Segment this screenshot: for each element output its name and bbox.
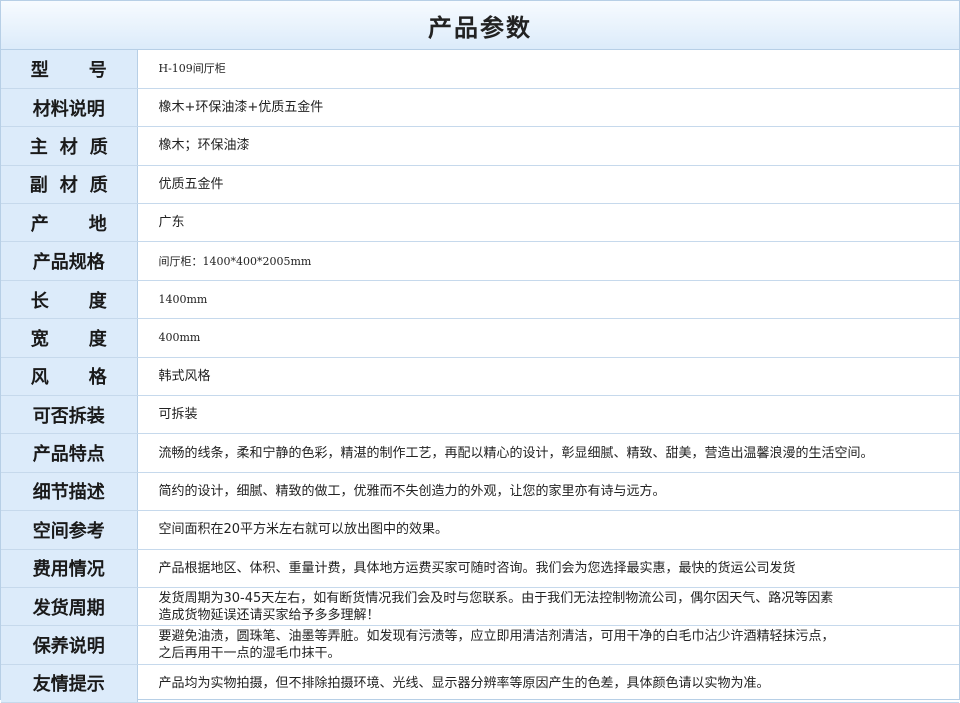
table-row: 产地 广东 [1, 203, 959, 243]
row-value-costs: 产品根据地区、体积、重量计费，具体地方运费买家可随时咨询。我们会为您选择最实惠，… [137, 549, 959, 588]
page-title: 产品参数 [428, 13, 532, 42]
table-row: 产品规格 间厅柜：1400*400*2005mm [1, 241, 959, 281]
product-parameters-sheet: 产品参数 型号 H-109间厅柜 材料说明 橡木+环保油漆+优质五金件 主材质 … [0, 0, 960, 703]
delivery-period-line-1: 发货周期为30-45天左右，如有断货情况我们会及时与您联系。由于我们无法控制物流… [158, 590, 834, 606]
row-label-secondary-material: 副材质 [1, 165, 138, 205]
row-value-material-description: 橡木+环保油漆+优质五金件 [137, 88, 959, 128]
row-label-maintenance: 保养说明 [1, 625, 138, 665]
table-row: 副材质 优质五金件 [1, 165, 959, 205]
row-label-costs: 费用情况 [1, 549, 138, 588]
table-row: 产品特点 流畅的线条，柔和宁静的色彩，精湛的制作工艺，再配以精心的设计，彰显细腻… [1, 433, 959, 473]
row-label-style: 风格 [1, 357, 138, 397]
row-value-secondary-material: 优质五金件 [137, 165, 959, 205]
table-row: 友情提示 产品均为实物拍摄，但不排除拍摄环境、光线、显示器分辨率等原因产生的色差… [1, 664, 959, 703]
row-label-material-description: 材料说明 [1, 88, 138, 128]
row-value-width: 400mm [137, 318, 959, 358]
row-label-length: 长度 [1, 280, 138, 320]
row-label-main-material: 主材质 [1, 126, 138, 166]
row-label-origin: 产地 [1, 203, 138, 243]
row-label-width: 宽度 [1, 318, 138, 358]
row-value-style: 韩式风格 [137, 357, 959, 397]
row-label-space-reference: 空间参考 [1, 510, 138, 550]
row-label-features: 产品特点 [1, 433, 138, 473]
row-label-model: 型号 [1, 50, 138, 89]
row-value-main-material: 橡木；环保油漆 [137, 126, 959, 166]
row-value-detachable: 可拆装 [137, 395, 959, 435]
maintenance-line-1: 要避免油渍，圆珠笔、油墨等弄脏。如发现有污渍等，应立即用清洁剂清洁，可用干净的白… [158, 629, 835, 645]
table-row: 型号 H-109间厅柜 [1, 50, 959, 89]
row-label-specification: 产品规格 [1, 241, 138, 281]
row-label-details: 细节描述 [1, 472, 138, 512]
row-label-delivery-period: 发货周期 [1, 587, 138, 627]
table-row: 发货周期 发货周期为30-45天左右，如有断货情况我们会及时与您联系。由于我们无… [1, 587, 959, 627]
parameters-table: 型号 H-109间厅柜 材料说明 橡木+环保油漆+优质五金件 主材质 橡木；环保… [1, 50, 959, 703]
row-value-friendly-tip: 产品均为实物拍摄，但不排除拍摄环境、光线、显示器分辨率等原因产生的色差，具体颜色… [137, 664, 959, 703]
row-value-delivery-period: 发货周期为30-45天左右，如有断货情况我们会及时与您联系。由于我们无法控制物流… [137, 587, 959, 627]
delivery-period-line-2: 造成货物延误还请买家给予多多理解！ [158, 607, 380, 623]
table-row: 主材质 橡木；环保油漆 [1, 126, 959, 166]
table-row: 可否拆装 可拆装 [1, 395, 959, 435]
table-row: 空间参考 空间面积在20平方米左右就可以放出图中的效果。 [1, 510, 959, 550]
row-value-origin: 广东 [137, 203, 959, 243]
row-value-features: 流畅的线条，柔和宁静的色彩，精湛的制作工艺，再配以精心的设计，彰显细腻、精致、甜… [137, 433, 959, 473]
table-row: 保养说明 要避免油渍，圆珠笔、油墨等弄脏。如发现有污渍等，应立即用清洁剂清洁，可… [1, 625, 959, 665]
table-row: 长度 1400mm [1, 280, 959, 320]
table-row: 宽度 400mm [1, 318, 959, 358]
table-row: 费用情况 产品根据地区、体积、重量计费，具体地方运费买家可随时咨询。我们会为您选… [1, 549, 959, 588]
title-bar: 产品参数 [1, 1, 959, 50]
row-value-details: 简约的设计，细腻、精致的做工，优雅而不失创造力的外观，让您的家里亦有诗与远方。 [137, 472, 959, 512]
maintenance-line-2: 之后再用干一点的湿毛巾抹干。 [158, 646, 341, 662]
table-row: 材料说明 橡木+环保油漆+优质五金件 [1, 88, 959, 128]
row-value-maintenance: 要避免油渍，圆珠笔、油墨等弄脏。如发现有污渍等，应立即用清洁剂清洁，可用干净的白… [137, 625, 959, 665]
row-label-detachable: 可否拆装 [1, 395, 138, 435]
row-value-length: 1400mm [137, 280, 959, 320]
row-value-specification: 间厅柜：1400*400*2005mm [137, 241, 959, 281]
table-row: 风格 韩式风格 [1, 357, 959, 397]
row-value-model: H-109间厅柜 [137, 50, 959, 89]
row-value-space-reference: 空间面积在20平方米左右就可以放出图中的效果。 [137, 510, 959, 550]
table-row: 细节描述 简约的设计，细腻、精致的做工，优雅而不失创造力的外观，让您的家里亦有诗… [1, 472, 959, 512]
row-label-friendly-tip: 友情提示 [1, 664, 138, 703]
